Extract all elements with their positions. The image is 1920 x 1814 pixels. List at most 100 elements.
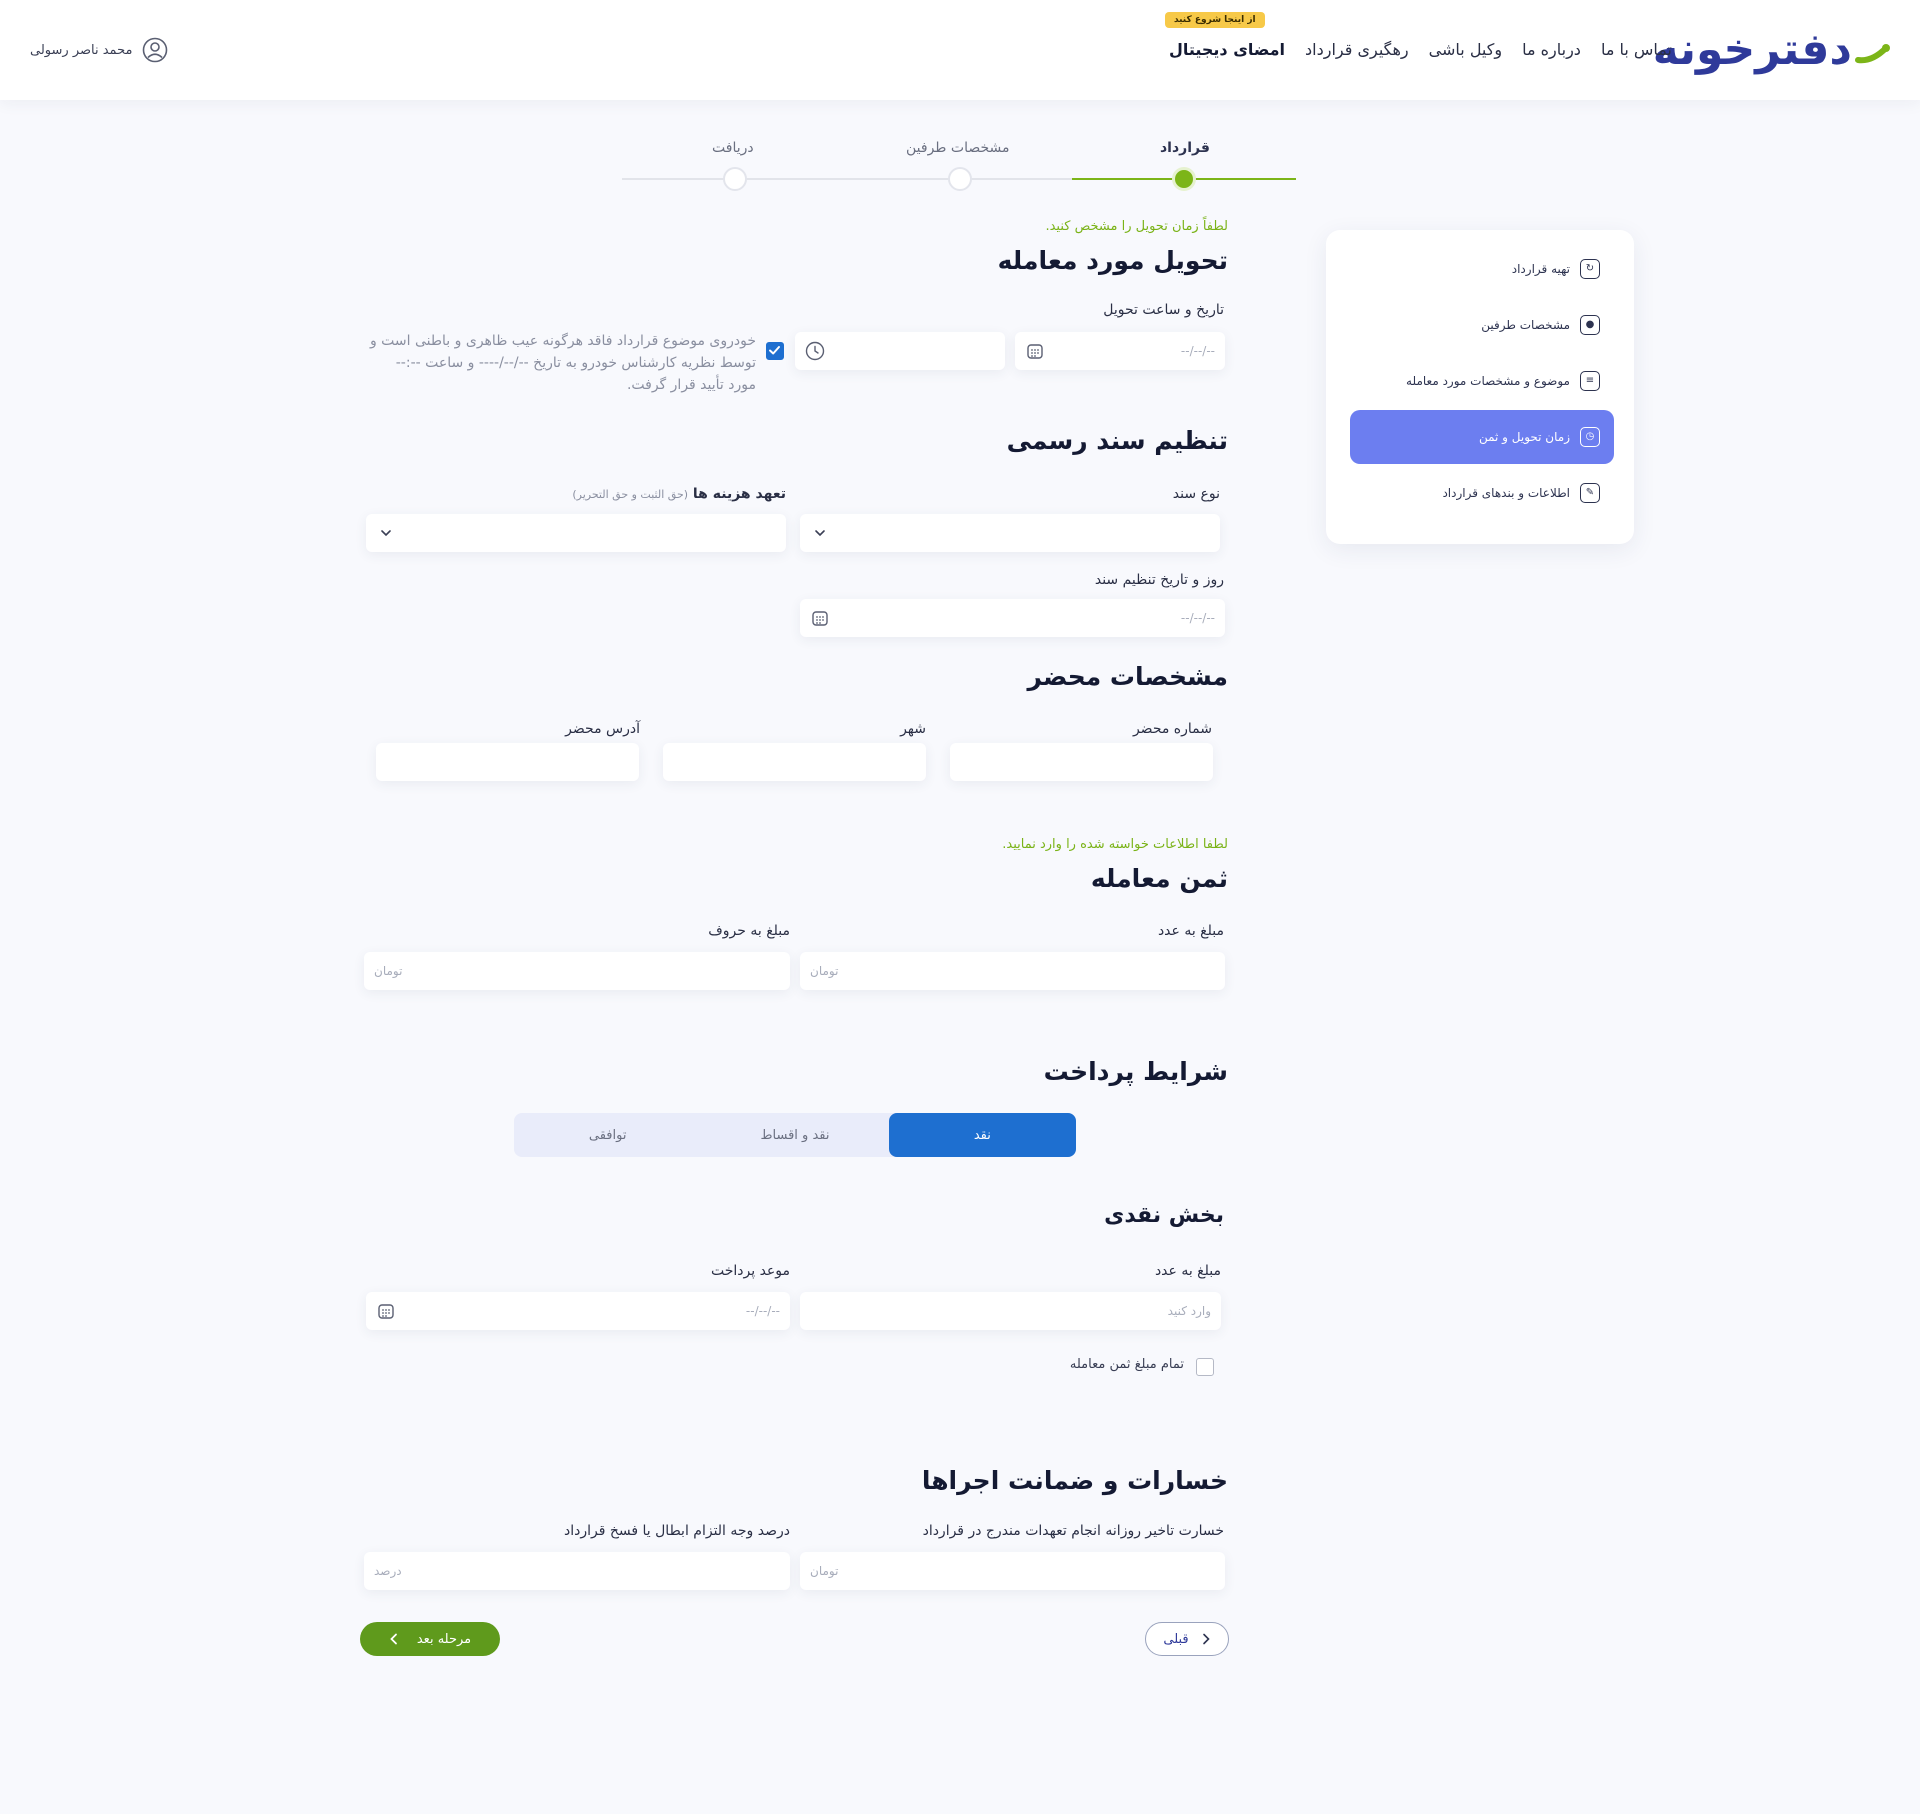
sidebar-item-label: اطلاعات و بندهای قرارداد <box>1442 486 1570 500</box>
tab-cash-installments[interactable]: نقد و اقساط <box>701 1113 888 1157</box>
user-menu[interactable]: محمد ناصر رسولی <box>30 36 168 64</box>
logo-mark-icon <box>1855 44 1890 64</box>
chevron-down-icon <box>810 523 830 543</box>
daily-damage-placeholder: تومان <box>810 1564 839 1578</box>
cost-commitment-label: تعهد هزینه ها (حق الثبت و حق التحریر) <box>572 486 786 502</box>
calendar-icon[interactable] <box>1025 341 1045 361</box>
delivery-title: تحویل مورد معامله <box>997 246 1228 275</box>
cost-commitment-sublabel: (حق الثبت و حق التحریر) <box>572 488 689 501</box>
price-number-label: مبلغ به عدد <box>1157 923 1224 939</box>
payment-title: شرایط پرداخت <box>1043 1057 1228 1086</box>
nav-contract-tracking[interactable]: رهگیری قرارداد <box>1305 40 1409 59</box>
user-icon: ● <box>1580 315 1600 335</box>
main-nav: از اینجا شروع کنید امضای دیجیتال رهگیری … <box>1164 11 1672 64</box>
chevron-down-icon <box>376 523 396 543</box>
notary-title: مشخصات محضر <box>1027 662 1228 691</box>
notary-address-label: آدرس محضر <box>565 721 640 737</box>
notary-address-input[interactable] <box>376 743 639 781</box>
delivery-note-text: خودروی موضوع قرارداد فاقد هرگونه عیب ظاه… <box>369 333 756 393</box>
penalty-percent-input[interactable]: درصد <box>364 1552 790 1590</box>
full-amount-label: تمام مبلغ ثمن معامله <box>1069 1357 1184 1372</box>
next-step-label: مرحله بعد <box>416 1631 472 1647</box>
check-icon <box>769 346 780 355</box>
previous-button-label: قبلی <box>1163 1631 1189 1647</box>
notary-number-input[interactable] <box>950 743 1213 781</box>
delivery-note-checkbox[interactable] <box>766 342 784 360</box>
nav-label: امضای دیجیتال <box>1168 39 1286 59</box>
delivery-datetime-label: تاریخ و ساعت تحویل <box>1103 302 1224 318</box>
user-avatar-icon <box>143 37 168 63</box>
document-icon: ≡ <box>1580 371 1600 391</box>
logo-text: دفترخونه <box>1652 24 1855 75</box>
notary-city-label: شهر <box>900 721 926 737</box>
sidebar-item-label: تهیه قرارداد <box>1511 262 1570 276</box>
cash-due-date-input[interactable]: --/--/-- <box>366 1292 790 1330</box>
nav-digital-signature[interactable]: از اینجا شروع کنید امضای دیجیتال <box>1164 11 1286 59</box>
step-label-contract: قرارداد <box>1160 140 1210 156</box>
cash-due-label: موعد پرداخت <box>710 1263 790 1279</box>
sidebar-item-label: موضوع و مشخصات مورد معامله <box>1406 374 1570 388</box>
tab-agreement[interactable]: توافقی <box>514 1113 701 1157</box>
step-label-parties: مشخصات طرفین <box>906 140 1010 156</box>
sidebar-item-delivery-price[interactable]: ◷ زمان تحویل و ثمن <box>1350 410 1614 464</box>
penalty-percent-label: درصد وجه التزام ابطال یا فسخ قرارداد <box>563 1523 790 1539</box>
cash-amount-input[interactable]: وارد کنید <box>800 1292 1221 1330</box>
delivery-time-input[interactable] <box>795 332 1005 370</box>
cost-commitment-text: تعهد هزینه ها <box>692 486 786 502</box>
step-label-receive: دریافت <box>712 140 754 156</box>
previous-button[interactable]: قبلی <box>1145 1622 1229 1656</box>
price-number-input[interactable]: تومان <box>800 952 1225 990</box>
clock-icon: ◷ <box>1580 427 1600 447</box>
clock-icon[interactable] <box>805 341 825 361</box>
delivery-hint: لطفاً زمان تحویل را مشخص کنید. <box>1045 219 1228 234</box>
daily-damage-label: خسارت تاخیر روزانه انجام تعهدات مندرج در… <box>922 1523 1224 1539</box>
price-words-input[interactable]: تومان <box>364 952 790 990</box>
nav-contact[interactable]: تماس با ما <box>1601 40 1672 59</box>
cost-commitment-select[interactable] <box>366 514 786 552</box>
damages-title: خسارات و ضمانت اجراها <box>921 1466 1228 1495</box>
price-hint: لطفا اطلاعات خواسته شده را وارد نمایید. <box>1002 837 1228 852</box>
doc-type-select[interactable] <box>800 514 1220 552</box>
cash-amount-placeholder: وارد کنید <box>1167 1304 1211 1318</box>
sidebar-item-prepare-contract[interactable]: ↻ تهیه قرارداد <box>1350 242 1614 296</box>
price-title: ثمن معامله <box>1090 864 1228 893</box>
calendar-icon[interactable] <box>810 608 830 628</box>
step-dot-receive[interactable] <box>723 167 747 191</box>
doc-date-label: روز و تاریخ تنظیم سند <box>1094 572 1224 588</box>
next-step-button[interactable]: مرحله بعد <box>360 1622 500 1656</box>
step-dot-parties[interactable] <box>948 167 972 191</box>
chevron-left-icon <box>390 1633 397 1645</box>
sidebar-item-label: مشخصات طرفین <box>1481 318 1570 332</box>
sidebar-item-label: زمان تحویل و ثمن <box>1478 430 1570 444</box>
sidebar-item-subject[interactable]: ≡ موضوع و مشخصات مورد معامله <box>1350 354 1614 408</box>
notary-city-input[interactable] <box>663 743 926 781</box>
payment-type-tabs: نقد نقد و اقساط توافقی <box>514 1113 1076 1157</box>
sidebar-item-clauses[interactable]: ✎ اطلاعات و بندهای قرارداد <box>1350 466 1614 520</box>
delivery-date-input[interactable]: --/--/-- <box>1015 332 1225 370</box>
file-sync-icon: ↻ <box>1580 259 1600 279</box>
user-name: محمد ناصر رسولی <box>30 42 133 58</box>
full-amount-checkbox[interactable] <box>1196 1358 1214 1376</box>
chevron-right-icon <box>1202 1633 1210 1645</box>
price-number-placeholder: تومان <box>810 964 839 978</box>
daily-damage-input[interactable]: تومان <box>800 1552 1225 1590</box>
stepper: قرارداد مشخصات طرفین دریافت <box>620 136 1300 196</box>
penalty-percent-placeholder: درصد <box>374 1564 402 1578</box>
delivery-date-placeholder: --/--/-- <box>1180 344 1215 358</box>
step-dot-contract[interactable] <box>1172 167 1196 191</box>
doc-date-input[interactable]: --/--/-- <box>800 599 1225 637</box>
site-logo[interactable]: دفترخونه <box>1653 18 1892 80</box>
doc-type-label: نوع سند <box>1172 486 1220 502</box>
nav-about[interactable]: درباره ما <box>1522 40 1581 59</box>
price-words-placeholder: تومان <box>374 964 403 978</box>
edit-icon: ✎ <box>1580 483 1600 503</box>
start-here-badge: از اینجا شروع کنید <box>1164 11 1265 28</box>
calendar-icon[interactable] <box>376 1301 396 1321</box>
doc-date-placeholder: --/--/-- <box>1180 611 1215 625</box>
tab-cash[interactable]: نقد <box>888 1113 1076 1157</box>
section-sidebar: ↻ تهیه قرارداد ● مشخصات طرفین ≡ موضوع و … <box>1326 230 1634 544</box>
notary-number-label: شماره محضر <box>1132 721 1212 737</box>
sidebar-item-parties[interactable]: ● مشخصات طرفین <box>1350 298 1614 352</box>
price-words-label: مبلغ به حروف <box>708 923 790 939</box>
nav-lawyer[interactable]: وکیل باشی <box>1429 40 1502 59</box>
